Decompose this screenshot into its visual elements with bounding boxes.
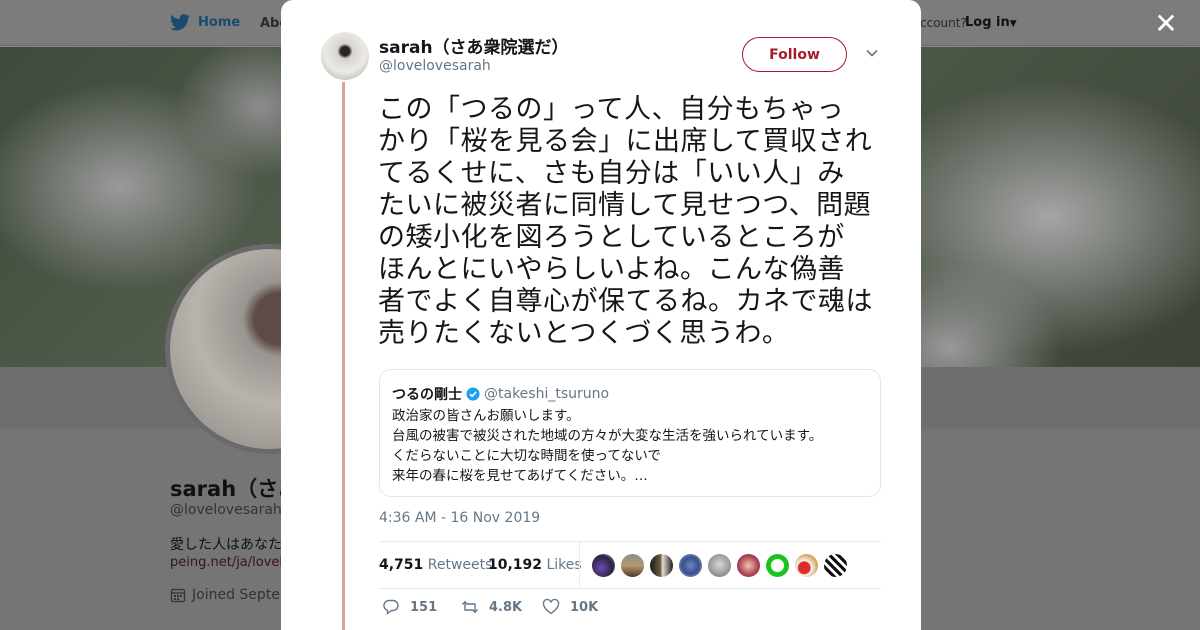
- profile-handle: @lovelovesarah: [170, 502, 282, 518]
- retweet-count: 4.8K: [489, 599, 523, 615]
- verified-badge-icon: [466, 387, 480, 401]
- liker-avatar[interactable]: [823, 553, 848, 578]
- nav-account-text: ccount?: [920, 16, 967, 30]
- author-avatar[interactable]: [321, 32, 369, 80]
- liker-avatar[interactable]: [736, 553, 761, 578]
- calendar-icon: [170, 588, 186, 603]
- retweets-count: 4,751: [379, 557, 424, 573]
- thread-line: [342, 82, 345, 630]
- tweet-line: ほんとにいやらしいよね。こんな偽善: [378, 254, 845, 285]
- caret-down-icon: ▼: [1009, 19, 1017, 29]
- liker-avatar[interactable]: [765, 553, 790, 578]
- heart-icon: [542, 598, 560, 615]
- reply-icon: [383, 599, 399, 615]
- tweet-timestamp[interactable]: 4:36 AM - 16 Nov 2019: [379, 510, 540, 526]
- reply-count: 151: [410, 599, 438, 615]
- nav-home[interactable]: Home: [170, 14, 240, 31]
- follow-button[interactable]: Follow: [742, 37, 847, 72]
- tweet-line: 売りたくないとつくづく思うわ。: [378, 318, 790, 349]
- liker-avatar[interactable]: [649, 553, 674, 578]
- quoted-tweet[interactable]: つるの剛士 @takeshi_tsuruno 政治家の皆さんお願いします。 台風…: [379, 369, 881, 497]
- quoted-line: くだらないことに大切な時間を使ってないで: [392, 448, 661, 464]
- profile-bio: 愛した人はあなた: [170, 537, 282, 553]
- retweet-icon: [461, 600, 479, 614]
- tweet-line: かり「桜を見る会」に出席して買収され: [378, 126, 873, 157]
- liker-avatars: [591, 553, 848, 578]
- likes-count: 10,192: [488, 557, 543, 573]
- liker-avatar[interactable]: [678, 553, 703, 578]
- likes-stat[interactable]: 10,192 Likes: [488, 557, 582, 573]
- joined-text: Joined Septen: [192, 587, 289, 603]
- author-name[interactable]: sarah（さあ衆院選だ）: [379, 33, 569, 58]
- nav-login[interactable]: Log in▼: [965, 15, 1017, 30]
- liker-avatar[interactable]: [707, 553, 732, 578]
- quoted-body: 政治家の皆さんお願いします。 台風の被害で被災された地域の方々が大変な生活を強い…: [392, 406, 872, 486]
- tweet-actions: 151 4.8K 10K: [379, 598, 881, 622]
- liker-avatar[interactable]: [591, 553, 616, 578]
- tweet-text: この「つるの」って人、自分もちゃっ かり「桜を見る会」に出席して買収され てるく…: [378, 94, 888, 350]
- quoted-name: つるの剛士: [392, 387, 462, 403]
- profile-link[interactable]: peing.net/ja/lovelo: [170, 555, 291, 570]
- like-count: 10K: [570, 599, 599, 615]
- quoted-handle: @takeshi_tsuruno: [484, 386, 610, 402]
- liker-avatar[interactable]: [620, 553, 645, 578]
- profile-joined: Joined Septen: [170, 587, 289, 603]
- retweet-action[interactable]: 4.8K: [461, 598, 522, 616]
- retweets-label: Retweets: [427, 557, 493, 573]
- nav-home-label: Home: [198, 15, 241, 30]
- quoted-line: 来年の春に桜を見せてあげてください。…: [392, 468, 648, 484]
- close-icon[interactable]: ✕: [1152, 10, 1180, 38]
- retweets-stat[interactable]: 4,751 Retweets: [379, 557, 492, 573]
- tweet-line: 者でよく自尊心が保てるね。カネで魂は: [378, 286, 873, 317]
- like-action[interactable]: 10K: [542, 598, 598, 616]
- quoted-line: 台風の被害で被災された地域の方々が大変な生活を強いられています。: [392, 428, 823, 444]
- quoted-line: 政治家の皆さんお願いします。: [392, 408, 580, 424]
- tweet-modal: sarah（さあ衆院選だ） @lovelovesarah Follow この「つ…: [281, 0, 921, 630]
- profile-name: sarah（さあ: [170, 477, 300, 501]
- likes-label: Likes: [546, 557, 582, 573]
- chevron-down-icon[interactable]: [865, 46, 879, 60]
- stats-divider: [579, 542, 580, 588]
- tweet-line: の矮小化を図ろうとしているところが: [378, 222, 845, 253]
- twitter-bird-icon: [170, 14, 190, 31]
- reply-action[interactable]: 151: [382, 598, 437, 616]
- login-label: Log in: [965, 15, 1010, 30]
- author-handle[interactable]: @lovelovesarah: [379, 58, 491, 74]
- liker-avatar[interactable]: [794, 553, 819, 578]
- tweet-line: たいに被災者に同情して見せつつ、問題: [378, 190, 872, 221]
- tweet-stats: 4,751 Retweets 10,192 Likes: [379, 541, 881, 589]
- quoted-header: つるの剛士 @takeshi_tsuruno: [392, 384, 609, 404]
- tweet-line: この「つるの」って人、自分もちゃっ: [378, 94, 845, 125]
- tweet-line: てるくせに、さも自分は「いい人」み: [378, 158, 845, 189]
